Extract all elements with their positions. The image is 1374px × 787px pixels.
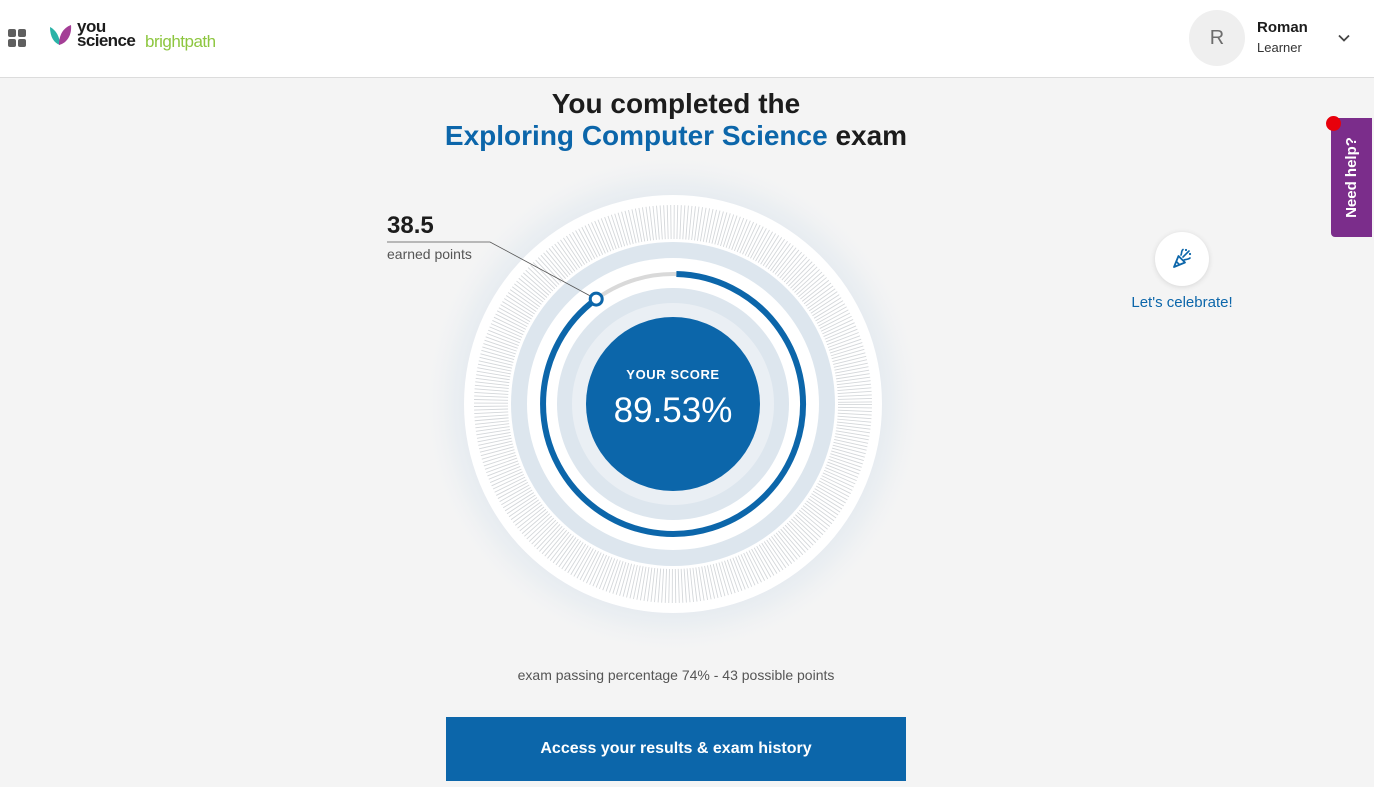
logo-product: brightpath: [145, 32, 216, 51]
celebrate-link[interactable]: Let's celebrate!: [1112, 294, 1252, 311]
need-help-label-wrap[interactable]: Need help?: [1331, 118, 1372, 237]
user-name: Roman: [1257, 19, 1308, 36]
gauge-progress-marker: [588, 291, 604, 307]
title-suffix: exam: [835, 120, 908, 151]
avatar[interactable]: R: [1189, 10, 1245, 66]
user-role: Learner: [1257, 40, 1302, 55]
chevron-down-icon[interactable]: [1336, 30, 1352, 46]
score-value: 89.53%: [613, 391, 733, 430]
score-label: YOUR SCORE: [626, 367, 720, 382]
logo-leaf-icon: [50, 25, 72, 45]
party-popper-icon: [1173, 248, 1192, 268]
earned-points-label: earned points: [387, 246, 472, 262]
page-title-line1: You completed the: [551, 88, 801, 119]
earned-points-value: 38.5: [387, 212, 434, 239]
apps-grid-icon[interactable]: [8, 29, 26, 47]
youscience-logo[interactable]: you science brightpath: [48, 18, 238, 52]
logo-science: science: [77, 31, 136, 50]
page-title-line2: Exploring Computer Science exam: [0, 120, 1352, 152]
need-help-label: Need help?: [1343, 137, 1361, 218]
celebrate-button[interactable]: [1155, 232, 1209, 286]
exam-name: Exploring Computer Science: [444, 120, 828, 151]
notification-dot: [1326, 116, 1341, 131]
top-bar: you science brightpath R Roman Learner: [0, 0, 1374, 78]
results-history-button[interactable]: Access your results & exam history: [446, 717, 906, 781]
passing-info: exam passing percentage 74% - 43 possibl…: [517, 667, 835, 683]
